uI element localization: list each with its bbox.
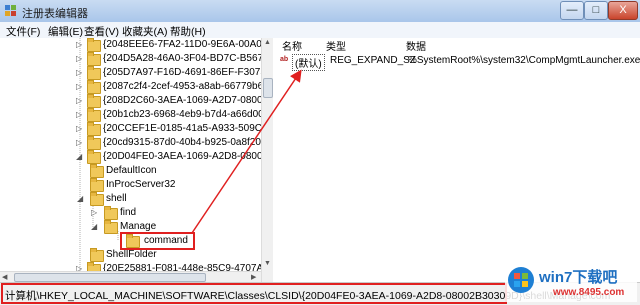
column-header-name[interactable]: 名称 (282, 38, 302, 53)
column-header-data[interactable]: 数据 (406, 38, 426, 53)
tree-item-label: ShellFolder (106, 249, 157, 260)
folder-icon (87, 108, 101, 122)
tree-item-label: {20CCEF1E-0185-41a5-A933-509C43B5 (103, 123, 273, 134)
folder-icon (87, 136, 101, 150)
highlight-box-path (1, 283, 507, 304)
value-type: REG_EXPAND_SZ (330, 55, 416, 66)
tree-item-label: {204D5A28-46A0-3F04-BD7C-B567263 (103, 53, 273, 64)
watermark-logo-text: win7下载吧 (539, 269, 618, 286)
menu-help[interactable]: 帮助(H) (170, 24, 206, 39)
window-title: 注册表编辑器 (22, 8, 88, 20)
scroll-right-icon[interactable]: ▶ (251, 273, 256, 281)
folder-open-icon (90, 192, 104, 206)
windows-logo-icon (508, 267, 534, 293)
expand-arrow-icon[interactable]: ▷ (76, 111, 84, 119)
minimize-button[interactable]: — (560, 1, 584, 20)
tree-item-label: Manage (120, 221, 157, 232)
expand-arrow-icon[interactable]: ▷ (76, 125, 84, 133)
folder-icon (87, 94, 101, 108)
menu-bar: 文件(F) 编辑(E) 查看(V) 收藏夹(A) 帮助(H) (0, 22, 640, 38)
folder-icon (87, 66, 101, 80)
menu-file[interactable]: 文件(F) (6, 24, 40, 39)
watermark-logo: win7下载吧 www.8495.com (505, 262, 637, 302)
folder-icon (90, 248, 104, 262)
tree-item-label: InProcServer32 (106, 179, 176, 190)
tree-item-label: {2048EEE6-7FA2-11D0-9E6A-00A0C913 (103, 39, 273, 50)
tree-item-label: find (120, 207, 137, 218)
folder-icon (90, 164, 104, 178)
tree-item-label: {20b1cb23-6968-4eb9-b7d4-a66d00d0 (103, 109, 273, 120)
tree-item-label: {208D2C60-3AEA-1069-A2D7-08002B3 (103, 95, 273, 106)
scroll-thumb[interactable] (14, 273, 206, 282)
folder-icon (90, 178, 104, 192)
folder-icon (87, 80, 101, 94)
tree-item-label: shell (106, 193, 127, 204)
expand-arrow-icon[interactable]: ▷ (76, 139, 84, 147)
expand-arrow-icon[interactable]: ▷ (76, 97, 84, 105)
scroll-thumb[interactable] (263, 78, 273, 98)
maximize-button[interactable]: □ (584, 1, 608, 20)
scroll-left-icon[interactable]: ◀ (2, 273, 7, 281)
scroll-down-icon[interactable]: ▼ (264, 260, 271, 267)
title-bar: 注册表编辑器 — □ X (0, 0, 640, 23)
menu-favorites[interactable]: 收藏夹(A) (122, 24, 168, 39)
collapse-arrow-icon[interactable]: ◢ (76, 153, 84, 161)
folder-icon (87, 122, 101, 136)
expand-arrow-icon[interactable]: ▷ (76, 41, 84, 49)
tree-vertical-scrollbar[interactable]: ▲ ▼ (261, 38, 273, 282)
expand-arrow-icon[interactable]: ▷ (91, 209, 99, 217)
menu-edit[interactable]: 编辑(E) (48, 24, 83, 39)
scroll-up-icon[interactable]: ▲ (264, 39, 271, 46)
string-value-icon: ab (280, 56, 289, 63)
highlight-box-command (120, 232, 195, 250)
collapse-arrow-icon[interactable]: ◢ (77, 195, 85, 203)
expand-arrow-icon[interactable]: ▷ (76, 55, 84, 63)
folder-open-icon (87, 150, 101, 164)
tree-item-label: {20cd9315-87d0-40b4-b925-0a8f208e (103, 137, 273, 148)
values-pane[interactable]: 名称 类型 数据 ab (默认) REG_EXPAND_SZ %SystemRo… (274, 38, 640, 282)
folder-open-icon (104, 220, 118, 234)
expand-arrow-icon[interactable]: ▷ (76, 69, 84, 77)
folder-icon (104, 206, 118, 220)
watermark-url: www.8495.com (553, 287, 625, 298)
value-data: %SystemRoot%\system32\CompMgmtLauncher.e… (408, 55, 640, 66)
value-row[interactable]: ab (默认) REG_EXPAND_SZ %SystemRoot%\syste… (276, 54, 640, 71)
collapse-arrow-icon[interactable]: ◢ (91, 223, 99, 231)
menu-view[interactable]: 查看(V) (84, 24, 119, 39)
registry-app-icon (4, 4, 18, 18)
tree-item-label: DefaultIcon (106, 165, 157, 176)
tree-item-label: {2087c2f4-2cef-4953-a8ab-66779b670 (103, 81, 273, 92)
folder-icon (87, 52, 101, 66)
value-name: (默认) (292, 54, 325, 71)
tree-item-label: {205D7A97-F16D-4691-86EF-F3075DC (103, 67, 273, 78)
tree-item-label: {20D04FE0-3AEA-1069-A2D8-08002B3 (103, 151, 273, 162)
folder-icon (87, 38, 101, 52)
close-button[interactable]: X (608, 1, 638, 20)
column-header-type[interactable]: 类型 (326, 38, 346, 53)
expand-arrow-icon[interactable]: ▷ (76, 83, 84, 91)
